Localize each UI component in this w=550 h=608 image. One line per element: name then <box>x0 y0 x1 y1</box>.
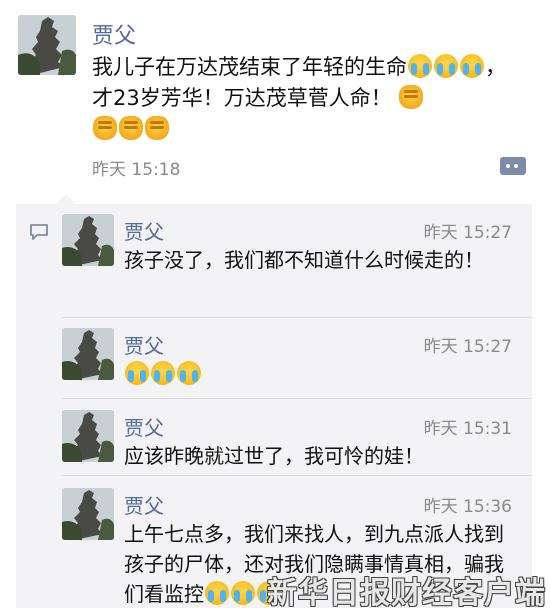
comment-text <box>124 359 518 389</box>
divider <box>62 475 532 476</box>
pagoda-photo <box>62 488 114 540</box>
avatar[interactable] <box>62 410 114 462</box>
crying-face-emoji <box>177 361 201 385</box>
pagoda-photo <box>62 410 114 462</box>
crying-face-emoji <box>205 581 229 605</box>
comment-timestamp: 昨天 15:36 <box>423 497 512 517</box>
post-timestamp: 昨天 15:18 <box>92 160 181 180</box>
comment-author[interactable]: 贾父 <box>124 330 164 359</box>
comment-item: 贾父 昨天 15:27 孩子没了，我们都不知道什么时候走的！ <box>16 204 532 316</box>
watermark: 新华日报财经客户端 <box>267 576 546 608</box>
more-actions-icon[interactable] <box>500 157 526 175</box>
avatar[interactable] <box>62 214 114 266</box>
pagoda-photo <box>18 15 76 75</box>
comments-section: 贾父 昨天 15:27 孩子没了，我们都不知道什么时候走的！ 贾父 昨天 15:… <box>16 194 532 608</box>
avatar[interactable] <box>62 328 114 380</box>
comment-author[interactable]: 贾父 <box>124 216 164 245</box>
avatar[interactable] <box>18 15 76 75</box>
comment-timestamp: 昨天 15:27 <box>423 223 512 243</box>
fist-emoji <box>119 116 143 140</box>
crying-face-emoji <box>231 581 255 605</box>
pagoda-photo <box>62 214 114 266</box>
crying-face-emoji <box>125 361 149 385</box>
comment-timestamp: 昨天 15:31 <box>423 419 512 439</box>
fist-emoji <box>145 116 169 140</box>
crying-face-emoji <box>151 361 175 385</box>
post-author[interactable]: 贾父 <box>92 18 136 50</box>
crying-face-emoji <box>434 54 458 78</box>
crying-face-emoji <box>408 54 432 78</box>
fist-emoji <box>93 116 117 140</box>
comment-timestamp: 昨天 15:27 <box>423 337 512 357</box>
pagoda-photo <box>62 328 114 380</box>
comment-author[interactable]: 贾父 <box>124 490 164 519</box>
post-text-part-1: 我儿子在万达茂结束了年轻的生命 <box>92 55 407 79</box>
avatar[interactable] <box>62 488 114 540</box>
comment-text: 孩子没了，我们都不知道什么时候走的！ <box>124 248 484 272</box>
comment-item: 贾父 昨天 15:31 应该昨晚就过世了，我可怜的娃！ <box>16 400 532 476</box>
moments-post: 贾父 我儿子在万达茂结束了年轻的生命 ，才23岁芳华！万达茂草菅人命！ 昨天 15… <box>0 0 550 200</box>
crying-face-emoji <box>460 54 484 78</box>
post-text: 我儿子在万达茂结束了年轻的生命 ，才23岁芳华！万达茂草菅人命！ <box>92 52 522 145</box>
fist-emoji <box>399 85 424 109</box>
divider <box>62 398 532 399</box>
comment-author[interactable]: 贾父 <box>124 412 164 441</box>
comment-item: 贾父 昨天 15:27 <box>16 318 532 398</box>
comment-text: 应该昨晚就过世了，我可怜的娃！ <box>124 444 424 468</box>
